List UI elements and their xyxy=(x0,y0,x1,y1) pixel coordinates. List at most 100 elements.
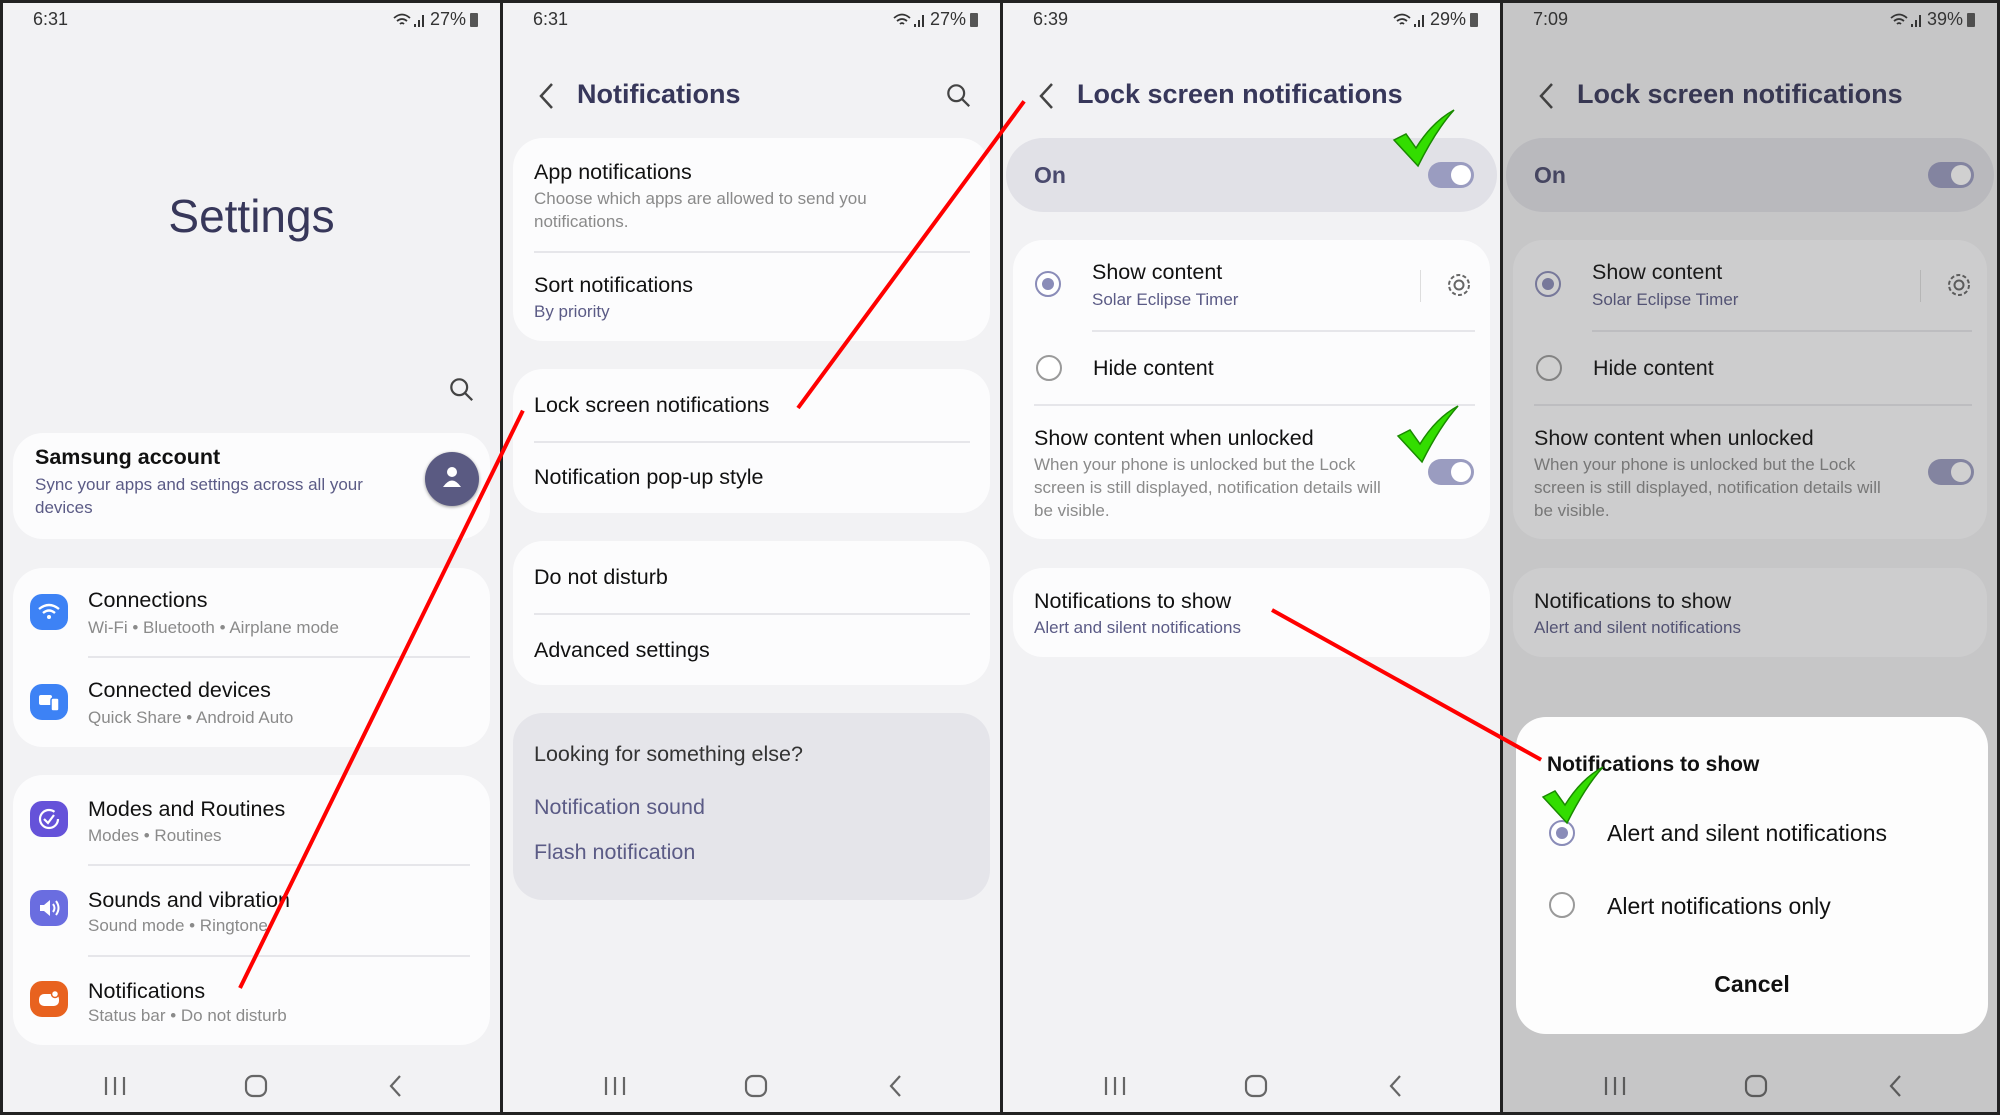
status-bar-icons: 27% xyxy=(392,9,478,30)
samsung-account-card[interactable]: Samsung account Sync your apps and setti… xyxy=(13,433,490,539)
item-title: App notifications xyxy=(534,160,692,184)
green-check-icon xyxy=(1392,108,1456,168)
battery-percent: 29% xyxy=(1429,9,1466,29)
notification-sound-link[interactable]: Notification sound xyxy=(534,795,705,820)
do-not-disturb-item[interactable]: Do not disturb xyxy=(534,565,668,590)
battery-percent: 27% xyxy=(929,9,966,29)
show-content-subtitle: Solar Eclipse Timer xyxy=(1092,290,1239,309)
divider xyxy=(534,613,970,615)
item-title: Notifications to show xyxy=(1034,589,1232,613)
master-switch-label: On xyxy=(1034,162,1066,188)
app-notifications-item[interactable]: App notifications Choose which apps are … xyxy=(513,138,990,251)
notifications-to-show-item[interactable]: Notifications to show Alert and silent n… xyxy=(1013,568,1490,657)
connected-devices-icon xyxy=(30,684,68,720)
home-button[interactable] xyxy=(741,1071,771,1101)
status-bar-icons: 29% xyxy=(1392,9,1478,30)
advanced-settings-item[interactable]: Advanced settings xyxy=(534,638,710,663)
alert-only-option[interactable]: Alert notifications only xyxy=(1607,893,1831,920)
status-time: 6:39 xyxy=(1033,9,1069,29)
notification-popup-style-item[interactable]: Notification pop-up style xyxy=(534,465,763,490)
show-when-unlocked-desc: When your phone is unlocked but the Lock xyxy=(1034,455,1356,474)
alert-only-radio[interactable] xyxy=(1549,892,1575,918)
gear-icon[interactable] xyxy=(1445,271,1473,299)
item-title: Sort notifications xyxy=(534,273,693,297)
battery-icon xyxy=(1470,12,1478,27)
status-time: 6:31 xyxy=(33,9,69,29)
divider xyxy=(534,441,970,443)
back-button[interactable] xyxy=(881,1071,911,1101)
item-subtitle: notifications. xyxy=(534,212,629,231)
status-bar-icons: 27% xyxy=(892,9,978,30)
sort-notifications-item[interactable]: Sort notifications By priority xyxy=(513,253,990,341)
item-subtitle: Alert and silent notifications xyxy=(1034,618,1241,637)
item-title: Connections xyxy=(88,588,208,612)
notifications-card-3: Do not disturb Advanced settings xyxy=(513,541,990,685)
hide-content-label[interactable]: Hide content xyxy=(1093,356,1214,381)
settings-item-notifications[interactable]: Notifications Status bar • Do not distur… xyxy=(13,957,490,1045)
back-button[interactable] xyxy=(381,1071,411,1101)
recents-button[interactable] xyxy=(1100,1071,1130,1101)
item-subtitle: Choose which apps are allowed to send yo… xyxy=(534,189,867,208)
notifications-card-2: Lock screen notifications Notification p… xyxy=(513,369,990,513)
avatar[interactable] xyxy=(425,452,479,506)
lock-screen-notifications-item[interactable]: Lock screen notifications xyxy=(534,393,769,418)
item-subtitle: Quick Share • Android Auto xyxy=(88,708,294,727)
home-button[interactable] xyxy=(1241,1071,1271,1101)
modes-routines-icon xyxy=(30,801,68,837)
wifi-icon xyxy=(30,594,68,630)
item-subtitle: Modes • Routines xyxy=(88,826,222,845)
back-button[interactable] xyxy=(1381,1071,1411,1101)
battery-icon xyxy=(970,12,978,27)
notifications-to-show-dialog-screen: 7:09 39% Lock screen notifications On Sh… xyxy=(1500,0,2000,1115)
recents-button[interactable] xyxy=(100,1071,130,1101)
settings-group-card: Modes and Routines Modes • Routines Soun… xyxy=(13,775,490,1045)
settings-item-sounds-vibration[interactable]: Sounds and vibration Sound mode • Ringto… xyxy=(13,866,490,956)
status-time: 6:31 xyxy=(533,9,569,29)
item-subtitle: Sound mode • Ringtone xyxy=(88,916,268,935)
settings-item-connected-devices[interactable]: Connected devices Quick Share • Android … xyxy=(13,658,490,747)
item-title: Connected devices xyxy=(88,678,271,702)
recents-button[interactable] xyxy=(600,1071,630,1101)
green-check-icon xyxy=(1396,404,1460,464)
search-icon[interactable] xyxy=(946,83,972,109)
back-arrow-icon[interactable] xyxy=(1035,81,1059,111)
show-when-unlocked-label: Show content when unlocked xyxy=(1034,426,1314,450)
item-title: Notifications xyxy=(88,979,206,1003)
item-subtitle: Status bar • Do not disturb xyxy=(88,1006,287,1025)
wifi-signal-icon xyxy=(392,11,426,29)
divider xyxy=(1092,330,1475,332)
settings-screen: 6:31 27% Settings Samsung account Sync y… xyxy=(0,0,500,1115)
vertical-divider xyxy=(1420,270,1421,302)
battery-percent: 27% xyxy=(429,9,466,29)
looking-for-card: Looking for something else? Notification… xyxy=(513,713,990,900)
search-icon[interactable] xyxy=(449,377,475,403)
flash-notification-link[interactable]: Flash notification xyxy=(534,840,695,865)
home-button[interactable] xyxy=(241,1071,271,1101)
alert-silent-option[interactable]: Alert and silent notifications xyxy=(1607,820,1887,847)
connections-card: Connections Wi-Fi • Bluetooth • Airplane… xyxy=(13,568,490,747)
looking-title: Looking for something else? xyxy=(534,742,803,766)
item-subtitle: By priority xyxy=(534,302,610,321)
page-title: Lock screen notifications xyxy=(1077,79,1403,109)
battery-icon xyxy=(470,12,478,27)
item-subtitle: Wi-Fi • Bluetooth • Airplane mode xyxy=(88,618,339,637)
green-check-icon xyxy=(1541,765,1605,825)
notifications-icon xyxy=(30,981,68,1017)
cancel-button[interactable]: Cancel xyxy=(1516,971,1988,998)
sound-icon xyxy=(30,890,68,926)
show-content-label[interactable]: Show content xyxy=(1092,260,1222,285)
account-subtitle-2: devices xyxy=(35,498,93,517)
settings-item-connections[interactable]: Connections Wi-Fi • Bluetooth • Airplane… xyxy=(13,568,490,657)
settings-item-modes-routines[interactable]: Modes and Routines Modes • Routines xyxy=(13,775,490,865)
person-icon xyxy=(443,467,461,487)
show-when-unlocked-desc: be visible. xyxy=(1034,501,1110,520)
show-content-radio[interactable] xyxy=(1035,271,1061,297)
show-when-unlocked-desc: screen is still displayed, notification … xyxy=(1034,478,1381,497)
page-title: Settings xyxy=(168,190,335,242)
item-title: Sounds and vibration xyxy=(88,888,291,912)
account-subtitle-1: Sync your apps and settings across all y… xyxy=(35,475,363,494)
hide-content-radio[interactable] xyxy=(1036,355,1062,381)
page-title: Notifications xyxy=(577,79,741,109)
back-arrow-icon[interactable] xyxy=(535,81,559,111)
wifi-signal-icon xyxy=(1392,11,1426,29)
